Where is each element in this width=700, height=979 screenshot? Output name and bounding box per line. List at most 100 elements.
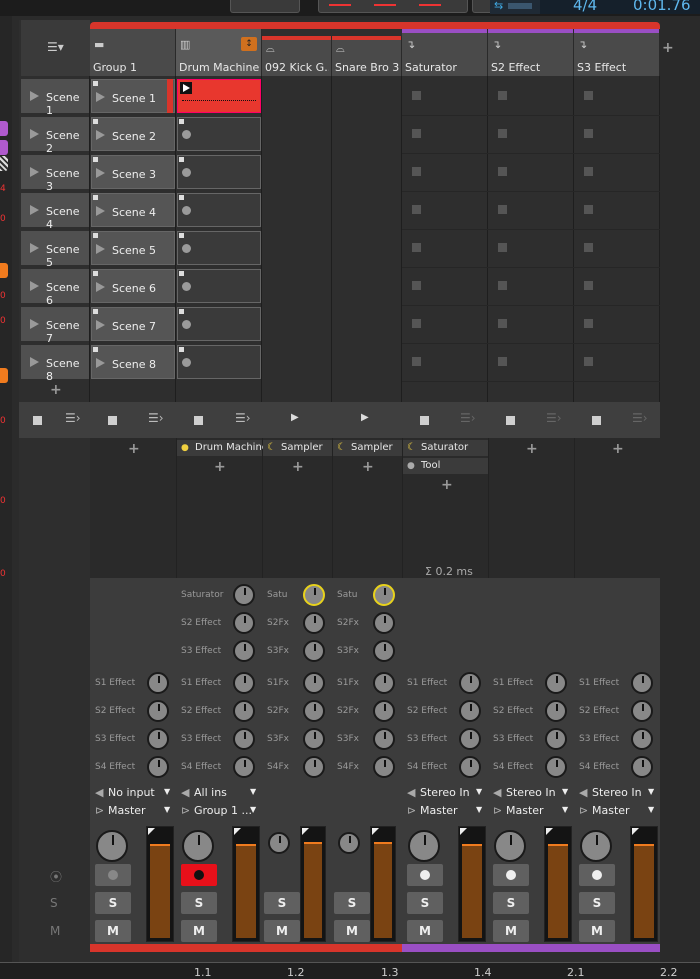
- group-clip-slot[interactable]: Scene 2: [91, 117, 175, 151]
- empty-slot-stop-icon[interactable]: [584, 357, 593, 366]
- launch-options-icon[interactable]: ☰›: [632, 411, 648, 425]
- launch-options-icon[interactable]: ☰›: [460, 411, 476, 425]
- send-knob[interactable]: [459, 756, 481, 778]
- track-header-snare[interactable]: ⌓ Snare Bro 3: [332, 36, 402, 76]
- send-knob[interactable]: [233, 672, 255, 694]
- input-selector[interactable]: Stereo In: [592, 786, 642, 799]
- add-device-icon[interactable]: +: [214, 459, 226, 475]
- toolbar-button[interactable]: [230, 0, 300, 13]
- empty-slot-stop-icon[interactable]: [498, 129, 507, 138]
- send-knob[interactable]: [303, 756, 325, 778]
- send-knob[interactable]: [233, 584, 255, 606]
- toolbar-button-group[interactable]: [318, 0, 468, 13]
- level-meter[interactable]: [370, 826, 396, 942]
- record-arm-button[interactable]: [95, 864, 131, 886]
- send-knob[interactable]: [373, 672, 395, 694]
- empty-slot-stop-icon[interactable]: [498, 205, 507, 214]
- scene-header[interactable]: ☰▾: [21, 20, 90, 76]
- send-knob[interactable]: [373, 640, 395, 662]
- input-selector[interactable]: All ins: [194, 786, 227, 799]
- stop-clip-icon[interactable]: [420, 416, 429, 425]
- empty-slot-stop-icon[interactable]: [584, 91, 593, 100]
- empty-slot-stop-icon[interactable]: [498, 319, 507, 328]
- send-knob[interactable]: [545, 728, 567, 750]
- level-meter[interactable]: [630, 826, 658, 942]
- send-knob[interactable]: [631, 756, 653, 778]
- record-arm-button[interactable]: [407, 864, 443, 886]
- add-device-icon[interactable]: +: [526, 441, 538, 457]
- group-clip-slot[interactable]: Scene 1: [91, 79, 175, 113]
- solo-button[interactable]: S: [407, 892, 443, 914]
- track-header-s2-effect[interactable]: ↴ S2 Effect: [488, 29, 574, 76]
- scene-launch-options-icon[interactable]: ☰›: [65, 411, 81, 425]
- time-signature[interactable]: 4/4: [573, 0, 597, 14]
- mute-button[interactable]: M: [407, 920, 443, 942]
- scene-launch-button[interactable]: Scene 8: [21, 345, 89, 383]
- empty-slot-stop-icon[interactable]: [498, 357, 507, 366]
- send-knob[interactable]: [545, 700, 567, 722]
- device-sampler-snare[interactable]: ☾ Sampler: [333, 440, 402, 456]
- send-knob[interactable]: [545, 756, 567, 778]
- send-knob[interactable]: [233, 640, 255, 662]
- drum-clip-slot[interactable]: [177, 155, 261, 189]
- loop-icon[interactable]: ⇆: [494, 0, 503, 12]
- mute-button[interactable]: M: [493, 920, 529, 942]
- empty-slot-stop-icon[interactable]: [584, 205, 593, 214]
- empty-slot-stop-icon[interactable]: [412, 281, 421, 290]
- volume-knob[interactable]: [494, 830, 526, 862]
- stop-clip-icon[interactable]: [506, 416, 515, 425]
- add-device-icon[interactable]: +: [441, 477, 453, 493]
- empty-slot-stop-icon[interactable]: [584, 129, 593, 138]
- send-knob[interactable]: [233, 756, 255, 778]
- device-tool[interactable]: ● Tool: [403, 458, 488, 474]
- send-knob[interactable]: [147, 728, 169, 750]
- scene-launch-button[interactable]: Scene 5: [21, 231, 89, 269]
- volume-knob[interactable]: [182, 830, 214, 862]
- record-arm-icon[interactable]: ⦿: [50, 868, 62, 885]
- launch-options-icon[interactable]: ☰›: [235, 411, 251, 425]
- drum-clip-slot[interactable]: [177, 345, 261, 379]
- solo-button[interactable]: S: [579, 892, 615, 914]
- track-header-drum-machine[interactable]: ▥ ↕ Drum Machine: [176, 29, 262, 76]
- send-knob[interactable]: [147, 700, 169, 722]
- empty-slot-stop-icon[interactable]: [498, 167, 507, 176]
- volume-knob[interactable]: [408, 830, 440, 862]
- track-header-kick[interactable]: ⌓ 092 Kick G...: [262, 36, 332, 76]
- send-knob[interactable]: [373, 756, 395, 778]
- mute-button[interactable]: M: [334, 920, 370, 942]
- add-device-icon[interactable]: +: [128, 441, 140, 457]
- volume-knob[interactable]: [96, 830, 128, 862]
- empty-slot-stop-icon[interactable]: [584, 243, 593, 252]
- group-clip-slot[interactable]: Scene 4: [91, 193, 175, 227]
- mute-button[interactable]: M: [579, 920, 615, 942]
- level-meter[interactable]: [300, 826, 326, 942]
- empty-slot-stop-icon[interactable]: [412, 319, 421, 328]
- level-meter[interactable]: [232, 826, 260, 942]
- empty-slot-stop-icon[interactable]: [412, 167, 421, 176]
- empty-slot-stop-icon[interactable]: [412, 357, 421, 366]
- drum-clip-slot[interactable]: [177, 117, 261, 151]
- add-track-icon[interactable]: +: [662, 40, 674, 56]
- send-knob[interactable]: [303, 700, 325, 722]
- stop-clip-icon[interactable]: [592, 416, 601, 425]
- group-clip-slot[interactable]: Scene 5: [91, 231, 175, 265]
- track-header-saturator[interactable]: ↴ Saturator: [402, 29, 488, 76]
- add-device-icon[interactable]: +: [362, 459, 374, 475]
- drum-clip-playing[interactable]: [177, 79, 261, 113]
- solo-button[interactable]: S: [181, 892, 217, 914]
- empty-slot-stop-icon[interactable]: [498, 243, 507, 252]
- output-selector[interactable]: Master: [108, 804, 146, 817]
- drum-clip-slot[interactable]: [177, 307, 261, 341]
- empty-slot-stop-icon[interactable]: [498, 281, 507, 290]
- track-header-s3-effect[interactable]: ↴ S3 Effect: [574, 29, 660, 76]
- send-knob[interactable]: [303, 584, 325, 606]
- add-scene-icon[interactable]: +: [50, 382, 62, 398]
- send-knob[interactable]: [233, 612, 255, 634]
- volume-knob[interactable]: [268, 832, 290, 854]
- group-clip-slot[interactable]: Scene 3: [91, 155, 175, 189]
- send-knob[interactable]: [459, 728, 481, 750]
- scene-launch-button[interactable]: Scene 3: [21, 155, 89, 193]
- send-knob[interactable]: [233, 700, 255, 722]
- empty-slot-stop-icon[interactable]: [584, 167, 593, 176]
- mute-button[interactable]: M: [264, 920, 300, 942]
